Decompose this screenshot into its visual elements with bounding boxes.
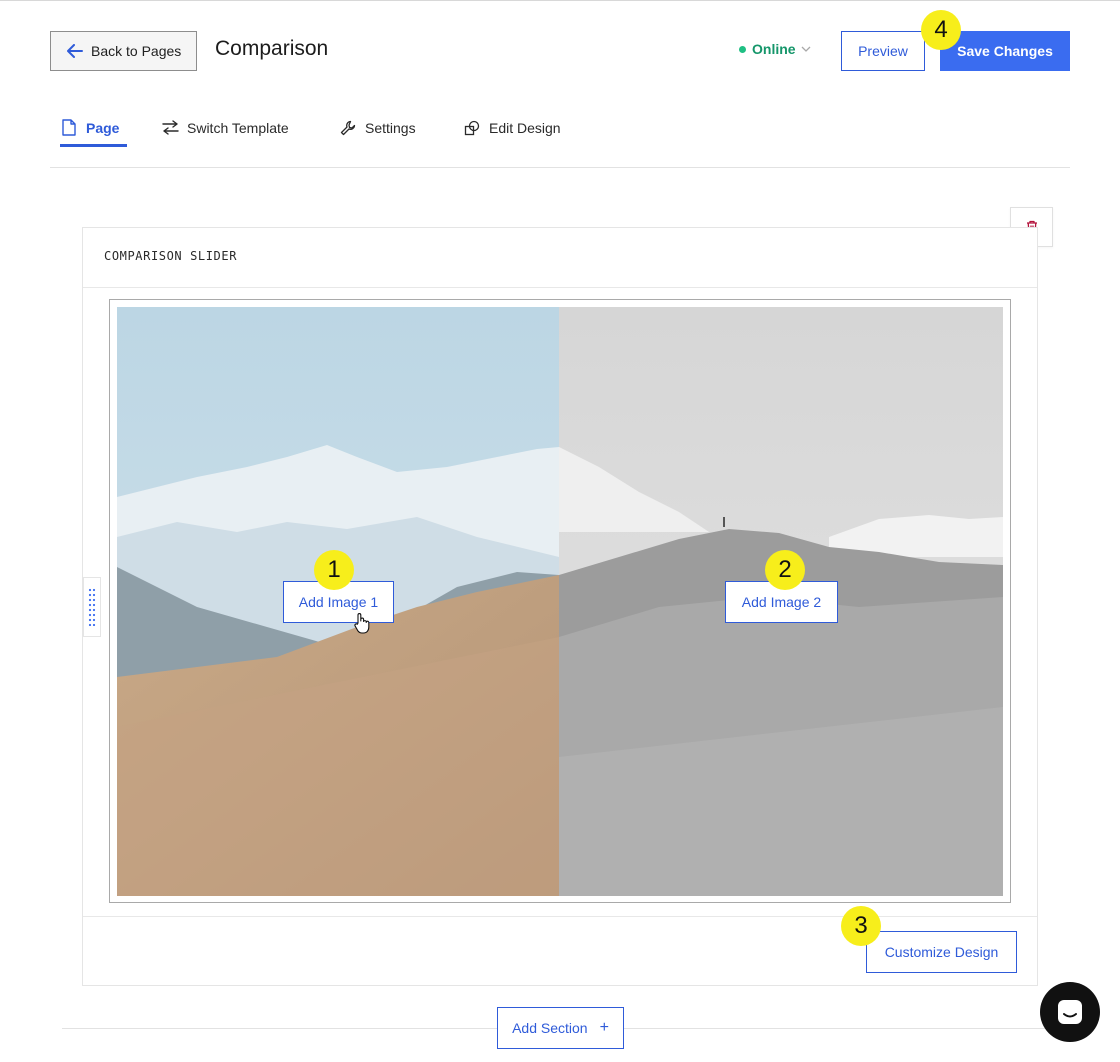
section-header: COMPARISON SLIDER xyxy=(83,228,1037,288)
tab-edit-design-label: Edit Design xyxy=(489,119,561,136)
chat-launcher-button[interactable] xyxy=(1040,982,1100,1042)
add-section-button[interactable]: Add Section + xyxy=(497,1007,624,1049)
callout-3: 3 xyxy=(841,906,881,946)
add-section-label: Add Section xyxy=(512,1020,588,1036)
status-dropdown[interactable]: Online xyxy=(739,41,811,57)
tab-settings-label: Settings xyxy=(365,119,416,136)
arrow-left-icon xyxy=(67,44,83,58)
tab-page-label: Page xyxy=(86,119,120,136)
page-title: Comparison xyxy=(215,37,329,60)
chevron-down-icon xyxy=(801,46,811,52)
callout-4: 4 xyxy=(921,10,961,50)
design-icon xyxy=(463,119,481,137)
chat-icon xyxy=(1058,1000,1082,1024)
top-border xyxy=(0,0,1120,1)
preview-button[interactable]: Preview xyxy=(841,31,925,71)
callout-2: 2 xyxy=(765,550,805,590)
status-dot-icon xyxy=(739,45,746,53)
tab-page[interactable]: Page xyxy=(60,108,127,147)
customize-design-button[interactable]: Customize Design xyxy=(866,931,1017,973)
hand-cursor-icon xyxy=(354,613,370,634)
switch-icon xyxy=(161,119,179,137)
wrench-icon xyxy=(339,119,357,137)
page-icon xyxy=(60,119,78,137)
drag-handle[interactable] xyxy=(83,577,101,637)
callout-1: 1 xyxy=(314,550,354,590)
back-to-pages-button[interactable]: Back to Pages xyxy=(50,31,197,71)
comparison-slider[interactable] xyxy=(117,307,1003,896)
drag-dots-icon xyxy=(88,588,96,626)
status-label: Online xyxy=(752,41,796,57)
section-footer-divider xyxy=(83,916,1037,917)
tab-switch-template-label: Switch Template xyxy=(187,119,289,136)
plus-icon: + xyxy=(599,1019,609,1036)
section-title: COMPARISON SLIDER xyxy=(104,249,238,263)
back-to-pages-label: Back to Pages xyxy=(91,43,182,59)
tab-settings[interactable]: Settings xyxy=(339,108,416,147)
tab-switch-template[interactable]: Switch Template xyxy=(161,108,289,147)
tab-edit-design[interactable]: Edit Design xyxy=(463,108,561,147)
tab-bar: Page Switch Template Settings Edit Desig… xyxy=(50,108,1070,168)
